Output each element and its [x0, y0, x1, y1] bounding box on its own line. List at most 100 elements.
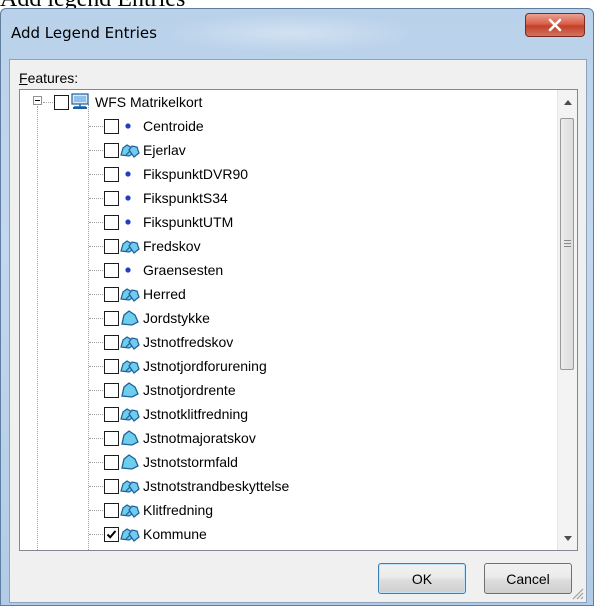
polygon-layer-icon — [121, 310, 139, 326]
thumb-grip-line — [564, 246, 571, 247]
tree-item-checkbox[interactable] — [104, 527, 119, 542]
multipolygon-layer-icon — [120, 240, 140, 254]
add-legend-entries-dialog: Add Legend Entries Features: WFS Matrike… — [0, 8, 594, 606]
tree-item-label: Jstnotklitfredning — [143, 406, 249, 422]
tree-item[interactable]: Fredskov — [20, 234, 556, 258]
multipolygon-layer-icon — [120, 528, 140, 542]
thumb-grip-line — [564, 240, 571, 241]
tree-item[interactable]: Herred — [20, 282, 556, 306]
tree-item-checkbox[interactable] — [104, 263, 119, 278]
multipolygon-layer-icon — [120, 144, 140, 158]
tree-item-checkbox[interactable] — [104, 503, 119, 518]
tree-guide-line — [89, 366, 103, 367]
check-mark-icon — [106, 530, 117, 539]
tree-guide-line — [89, 150, 103, 151]
tree-item[interactable]: Centroide — [20, 114, 556, 138]
tree-item[interactable]: FikspunktDVR90 — [20, 162, 556, 186]
tree-item[interactable]: Jstnotfredskov — [20, 330, 556, 354]
vertical-scrollbar[interactable] — [557, 90, 577, 550]
tree-item-label: Herred — [143, 286, 186, 302]
scroll-thumb[interactable] — [560, 118, 574, 370]
tree-item[interactable]: Jstnotstrandbeskyttelse — [20, 474, 556, 498]
multipolygon-layer-icon — [120, 360, 140, 374]
tree-item-checkbox[interactable] — [104, 239, 119, 254]
tree-item-label: Graensesten — [143, 262, 224, 278]
tree-item-checkbox[interactable] — [104, 359, 119, 374]
dialog-title: Add Legend Entries — [11, 24, 157, 42]
tree-item[interactable]: Kommune — [20, 522, 556, 546]
tree-item[interactable]: Jstnotjordrente — [20, 378, 556, 402]
tree-item-label: Jstnotmajoratskov — [143, 430, 256, 446]
tree-guide-line — [89, 246, 103, 247]
tree-item[interactable]: FikspunktS34 — [20, 186, 556, 210]
tree-item-label: Ejerlav — [143, 142, 186, 158]
tree-item-checkbox[interactable] — [104, 119, 119, 134]
tree-item-checkbox[interactable] — [104, 431, 119, 446]
tree-item-checkbox[interactable] — [104, 311, 119, 326]
tree-guide-line — [89, 222, 103, 223]
tree-item-checkbox[interactable] — [104, 167, 119, 182]
tree-item[interactable]: Ejerlav — [20, 138, 556, 162]
tree-item[interactable]: FikspunktUTM — [20, 210, 556, 234]
tree-root-label: WFS Matrikelkort — [95, 94, 203, 110]
tree-item[interactable]: Jstnotmajoratskov — [20, 426, 556, 450]
tree-guide-line — [89, 294, 103, 295]
root-checkbox[interactable] — [54, 95, 69, 110]
map-service-icon — [71, 93, 89, 109]
tree-item[interactable]: Jstnotklitfredning — [20, 402, 556, 426]
tree-item-checkbox[interactable] — [104, 143, 119, 158]
polygon-layer-icon — [121, 382, 139, 398]
tree-guide-line — [89, 126, 103, 127]
close-button[interactable] — [525, 13, 585, 37]
tree-item[interactable]: Klitfredning — [20, 498, 556, 522]
tree-guide-line — [89, 486, 103, 487]
multipolygon-layer-icon — [120, 504, 140, 518]
tree-item-checkbox[interactable] — [104, 191, 119, 206]
tree-item-label: Centroide — [143, 118, 204, 134]
tree-item[interactable]: Graensesten — [20, 258, 556, 282]
polygon-layer-icon — [121, 454, 139, 470]
tree-item-label: Jordstykke — [143, 310, 210, 326]
scroll-up-button[interactable] — [558, 92, 577, 112]
tree-content: WFS Matrikelkort Centroide Ejerlav Fikspun… — [20, 90, 556, 550]
tree-item-label: FikspunktDVR90 — [143, 166, 249, 182]
tree-item[interactable]: Jstnotjordforurening — [20, 354, 556, 378]
tree-guide-line — [89, 198, 103, 199]
tree-item-checkbox[interactable] — [104, 479, 119, 494]
tree-item-label: FikspunktUTM — [143, 214, 234, 230]
tree-item-checkbox[interactable] — [104, 215, 119, 230]
tree-item-checkbox[interactable] — [104, 383, 119, 398]
ok-button[interactable]: OK — [378, 563, 466, 594]
tree-item-checkbox[interactable] — [104, 407, 119, 422]
tree-guide-line — [89, 414, 103, 415]
tree-item-label: FikspunktS34 — [143, 190, 228, 206]
tree-guide-line — [89, 270, 103, 271]
tree-item[interactable]: Jordstykke — [20, 306, 556, 330]
scroll-down-button[interactable] — [558, 528, 577, 548]
tree-root-row[interactable]: WFS Matrikelkort — [20, 90, 556, 114]
tree-item-checkbox[interactable] — [104, 335, 119, 350]
tree-item-checkbox[interactable] — [104, 287, 119, 302]
tree-guide-line — [89, 390, 103, 391]
multipolygon-layer-icon — [120, 288, 140, 302]
features-tree[interactable]: WFS Matrikelkort Centroide Ejerlav Fikspun… — [19, 89, 578, 551]
tree-item-checkbox[interactable] — [104, 455, 119, 470]
tree-guide-line — [89, 318, 103, 319]
point-layer-icon — [125, 267, 131, 273]
resize-grip-icon[interactable] — [570, 586, 584, 600]
close-icon — [548, 18, 562, 32]
multipolygon-layer-icon — [120, 336, 140, 350]
tree-guide-line — [43, 102, 53, 103]
features-label: Features: — [19, 70, 79, 86]
collapse-toggle[interactable] — [33, 96, 42, 105]
scroll-down-arrow-icon — [563, 535, 572, 541]
tree-guide-line — [89, 438, 103, 439]
tree-item-label: Jstnotfredskov — [143, 334, 234, 350]
point-layer-icon — [125, 123, 131, 129]
tree-guide-line — [89, 174, 103, 175]
tree-item-label: Jstnotjordforurening — [143, 358, 267, 374]
multipolygon-layer-icon — [120, 408, 140, 422]
thumb-grip-line — [564, 243, 571, 244]
cancel-button[interactable]: Cancel — [484, 563, 572, 594]
tree-item[interactable]: Jstnotstormfald — [20, 450, 556, 474]
